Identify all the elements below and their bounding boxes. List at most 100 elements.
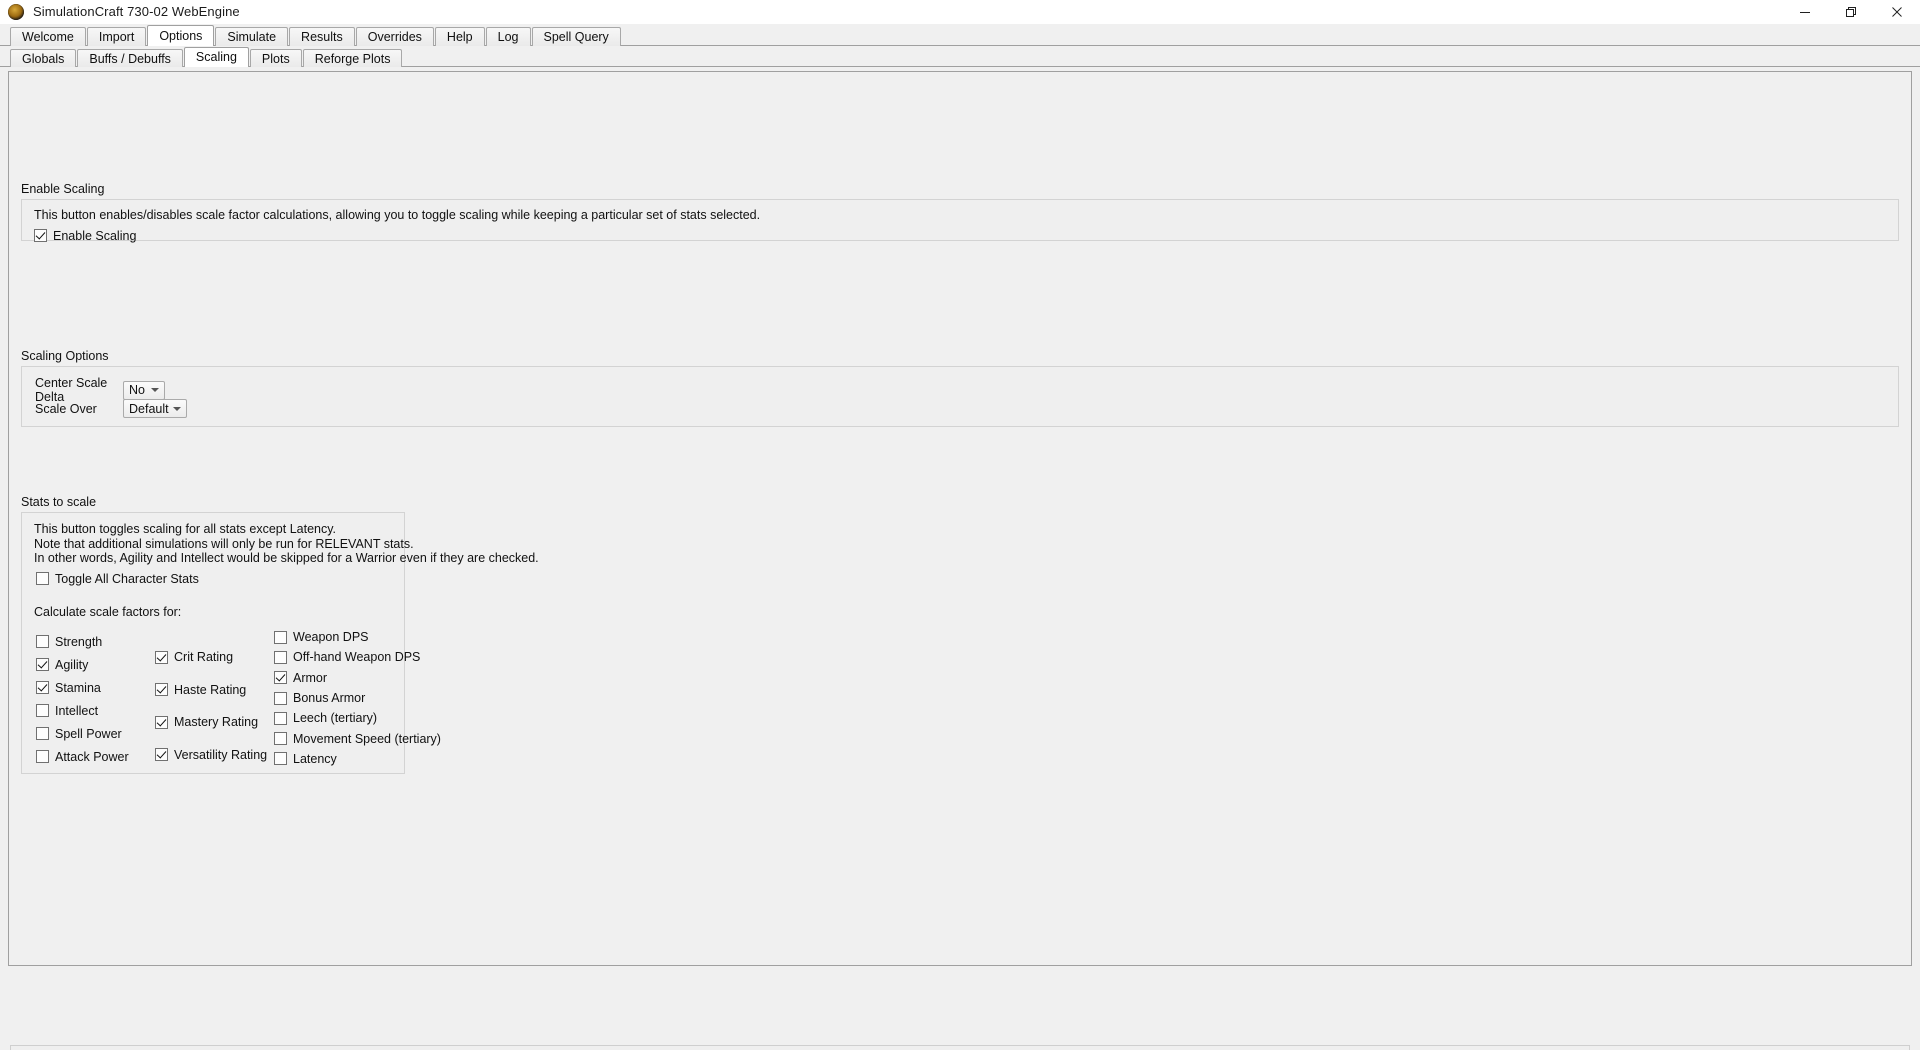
- stat-row-versatility-rating[interactable]: Versatility Rating: [155, 739, 267, 772]
- stat-row-bonus-armor[interactable]: Bonus Armor: [274, 688, 441, 708]
- stat-row-movement-speed[interactable]: Movement Speed (tertiary): [274, 728, 441, 748]
- scaling-options-group: Scaling Options Center Scale Delta No Sc…: [21, 349, 1899, 427]
- mastery-rating-label: Mastery Rating: [174, 715, 259, 730]
- stats-column-other: Weapon DPS Off-hand Weapon DPS Armor Bon…: [274, 627, 441, 769]
- spell-power-checkbox[interactable]: [36, 727, 49, 740]
- tab-reforge-plots[interactable]: Reforge Plots: [302, 49, 403, 67]
- intellect-checkbox[interactable]: [36, 704, 49, 717]
- strength-checkbox[interactable]: [36, 635, 49, 648]
- latency-label: Latency: [293, 751, 337, 766]
- window-controls: [1782, 0, 1920, 23]
- stats-description-line-3: In other words, Agility and Intellect wo…: [34, 551, 539, 565]
- tab-plots[interactable]: Plots: [249, 49, 302, 67]
- center-scale-delta-select[interactable]: No: [123, 380, 165, 400]
- tab-scaling[interactable]: Scaling: [183, 47, 249, 67]
- stats-column-primary: Strength Agility Stamina Intellect Spell…: [36, 630, 129, 768]
- mastery-rating-checkbox[interactable]: [155, 715, 168, 729]
- weapon-dps-checkbox[interactable]: [274, 630, 287, 644]
- scale-over-select[interactable]: Default: [123, 399, 187, 418]
- scaling-options-frame: Center Scale Delta No Scale Over Default: [21, 366, 1899, 427]
- tab-welcome[interactable]: Welcome: [10, 27, 86, 46]
- enable-scaling-checkbox-row[interactable]: Enable Scaling: [34, 229, 1898, 243]
- strength-label: Strength: [55, 634, 103, 649]
- intellect-label: Intellect: [55, 703, 99, 718]
- chevron-down-icon: [146, 388, 164, 392]
- stat-row-strength[interactable]: Strength: [36, 630, 129, 653]
- latency-checkbox[interactable]: [274, 752, 287, 766]
- scaling-options-page: Enable Scaling This button enables/disab…: [0, 67, 1920, 1050]
- versatility-rating-label: Versatility Rating: [174, 747, 268, 762]
- stat-row-armor[interactable]: Armor: [274, 668, 441, 688]
- toggle-all-character-stats-checkbox[interactable]: [36, 572, 49, 585]
- stat-row-haste-rating[interactable]: Haste Rating: [155, 674, 267, 707]
- attack-power-label: Attack Power: [55, 749, 129, 764]
- tab-options[interactable]: Options: [147, 25, 215, 46]
- toggle-all-character-stats-row[interactable]: Toggle All Character Stats: [36, 572, 404, 586]
- options-sub-tab-bar: Globals Buffs / Debuffs Scaling Plots Re…: [0, 46, 1920, 67]
- stat-row-spell-power[interactable]: Spell Power: [36, 722, 129, 745]
- bottom-toolbar: < > 100% Simulate!: [10, 1045, 1910, 1050]
- scale-over-label: Scale Over: [35, 401, 97, 416]
- agility-label: Agility: [55, 657, 89, 672]
- restore-icon[interactable]: [1828, 0, 1874, 23]
- spell-power-label: Spell Power: [55, 726, 122, 741]
- scale-over-value: Default: [129, 401, 169, 416]
- stamina-checkbox[interactable]: [36, 681, 49, 694]
- agility-checkbox[interactable]: [36, 658, 49, 671]
- tab-import[interactable]: Import: [86, 27, 147, 46]
- bonus-armor-label: Bonus Armor: [293, 691, 366, 706]
- versatility-rating-checkbox[interactable]: [155, 748, 168, 762]
- stats-description-line-1: This button toggles scaling for all stat…: [34, 522, 337, 536]
- bonus-armor-checkbox[interactable]: [274, 691, 287, 705]
- stat-row-agility[interactable]: Agility: [36, 653, 129, 676]
- enable-scaling-checkbox[interactable]: [34, 229, 47, 242]
- enable-scaling-group-label: Enable Scaling: [21, 182, 105, 196]
- offhand-weapon-dps-label: Off-hand Weapon DPS: [293, 650, 421, 665]
- haste-rating-checkbox[interactable]: [155, 683, 168, 697]
- stamina-label: Stamina: [55, 680, 101, 695]
- scale-over-row: Scale Over Default: [35, 399, 187, 418]
- armor-label: Armor: [293, 670, 328, 685]
- stats-column-ratings: Crit Rating Haste Rating Mastery Rating …: [155, 641, 267, 771]
- movement-speed-label: Movement Speed (tertiary): [293, 731, 441, 746]
- toggle-all-character-stats-label: Toggle All Character Stats: [55, 571, 199, 586]
- enable-scaling-description: This button enables/disables scale facto…: [34, 208, 761, 222]
- tab-log[interactable]: Log: [485, 27, 531, 46]
- crit-rating-label: Crit Rating: [174, 650, 234, 665]
- tab-help[interactable]: Help: [434, 27, 485, 46]
- close-icon[interactable]: [1874, 0, 1920, 23]
- stat-row-weapon-dps[interactable]: Weapon DPS: [274, 627, 441, 647]
- minimize-icon[interactable]: [1782, 0, 1828, 23]
- stat-row-offhand-weapon-dps[interactable]: Off-hand Weapon DPS: [274, 647, 441, 667]
- enable-scaling-checkbox-label: Enable Scaling: [53, 228, 137, 243]
- scaling-scroll-area: Enable Scaling This button enables/disab…: [8, 71, 1912, 966]
- leech-checkbox[interactable]: [274, 711, 287, 725]
- tab-results[interactable]: Results: [289, 27, 355, 46]
- tab-overrides[interactable]: Overrides: [355, 27, 434, 46]
- tab-buffs-debuffs[interactable]: Buffs / Debuffs: [77, 49, 183, 67]
- calculate-scale-factors-label: Calculate scale factors for:: [34, 604, 182, 619]
- attack-power-checkbox[interactable]: [36, 750, 49, 763]
- tab-spell-query[interactable]: Spell Query: [531, 27, 621, 46]
- stat-row-crit-rating[interactable]: Crit Rating: [155, 641, 267, 674]
- tab-simulate[interactable]: Simulate: [215, 27, 289, 46]
- enable-scaling-frame: This button enables/disables scale facto…: [21, 199, 1899, 243]
- stats-to-scale-group: Stats to scale This button toggles scali…: [21, 495, 539, 774]
- offhand-weapon-dps-checkbox[interactable]: [274, 650, 287, 664]
- chevron-down-icon: [169, 406, 186, 411]
- stat-row-mastery-rating[interactable]: Mastery Rating: [155, 706, 267, 739]
- window-title: SimulationCraft 730-02 WebEngine: [33, 4, 240, 19]
- armor-checkbox[interactable]: [274, 671, 287, 685]
- stat-row-attack-power[interactable]: Attack Power: [36, 745, 129, 768]
- simc-logo-icon: [8, 3, 24, 20]
- stat-row-latency[interactable]: Latency: [274, 749, 441, 769]
- enable-scaling-group: Enable Scaling This button enables/disab…: [21, 182, 1899, 243]
- tab-globals[interactable]: Globals: [10, 49, 77, 67]
- crit-rating-checkbox[interactable]: [155, 650, 168, 664]
- stat-row-intellect[interactable]: Intellect: [36, 699, 129, 722]
- stats-description-line-2: Note that additional simulations will on…: [34, 536, 414, 551]
- stats-to-scale-group-label: Stats to scale: [21, 495, 97, 509]
- stat-row-leech[interactable]: Leech (tertiary): [274, 708, 441, 728]
- stat-row-stamina[interactable]: Stamina: [36, 676, 129, 699]
- movement-speed-checkbox[interactable]: [274, 732, 287, 746]
